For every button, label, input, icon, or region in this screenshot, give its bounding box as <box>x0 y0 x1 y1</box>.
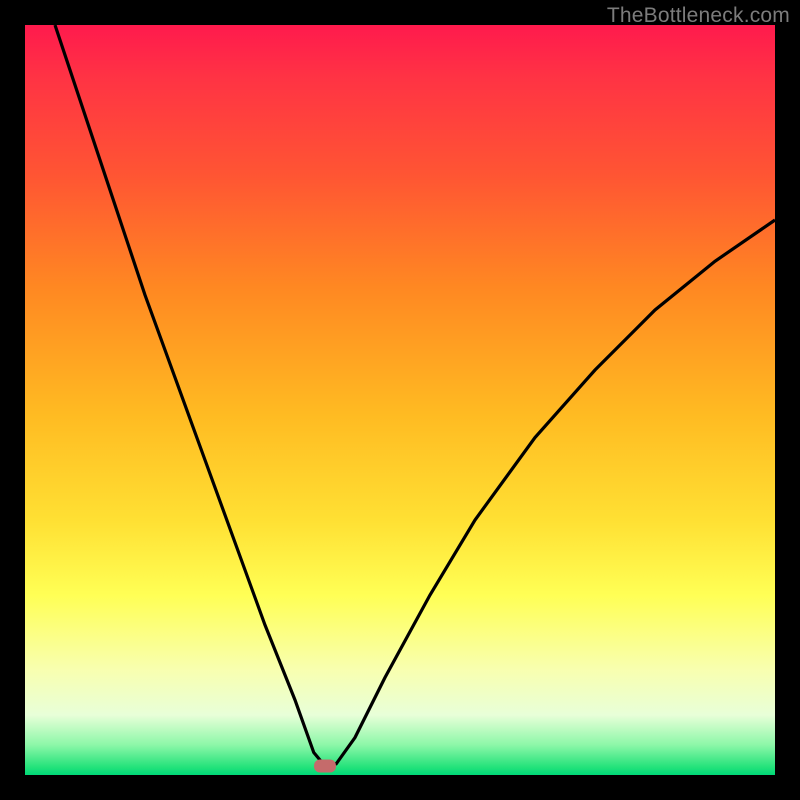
chart-stage: TheBottleneck.com <box>0 0 800 800</box>
plot-area <box>25 25 775 775</box>
bottleneck-curve <box>25 25 775 775</box>
watermark-label: TheBottleneck.com <box>607 4 790 28</box>
optimal-point-marker <box>314 760 336 773</box>
